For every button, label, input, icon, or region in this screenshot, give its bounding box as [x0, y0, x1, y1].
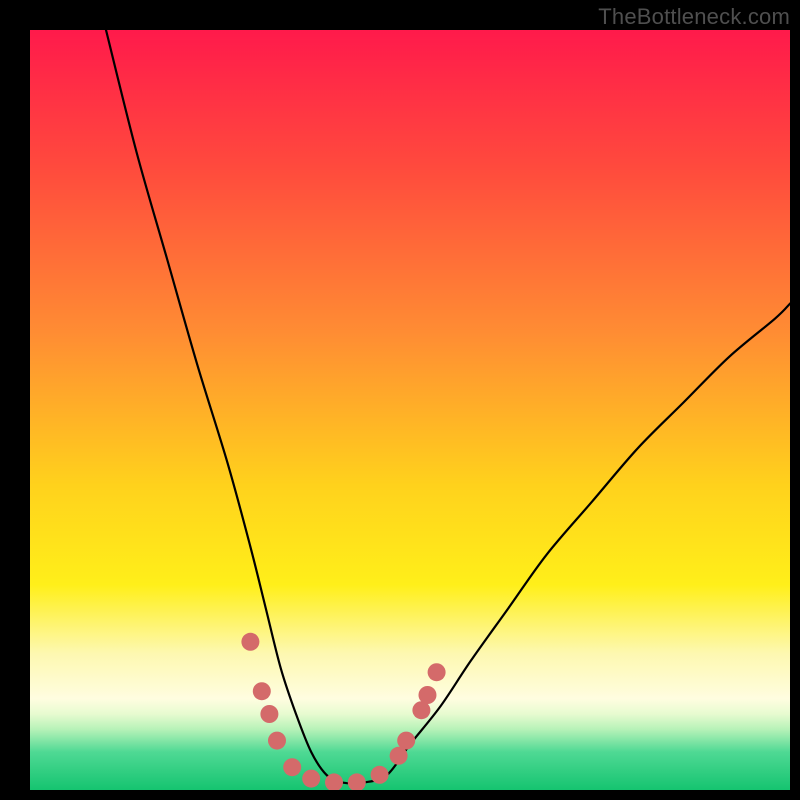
watermark-text: TheBottleneck.com — [598, 4, 790, 30]
marker-point — [253, 682, 271, 700]
marker-point — [302, 770, 320, 788]
marker-point — [397, 732, 415, 750]
marker-point — [268, 732, 286, 750]
marker-point — [241, 633, 259, 651]
bottleneck-chart — [30, 30, 790, 790]
marker-point — [260, 705, 278, 723]
plot-area — [30, 30, 790, 790]
marker-point — [418, 686, 436, 704]
chart-frame: TheBottleneck.com — [0, 0, 800, 800]
marker-point — [283, 758, 301, 776]
marker-point — [428, 663, 446, 681]
marker-point — [371, 766, 389, 784]
